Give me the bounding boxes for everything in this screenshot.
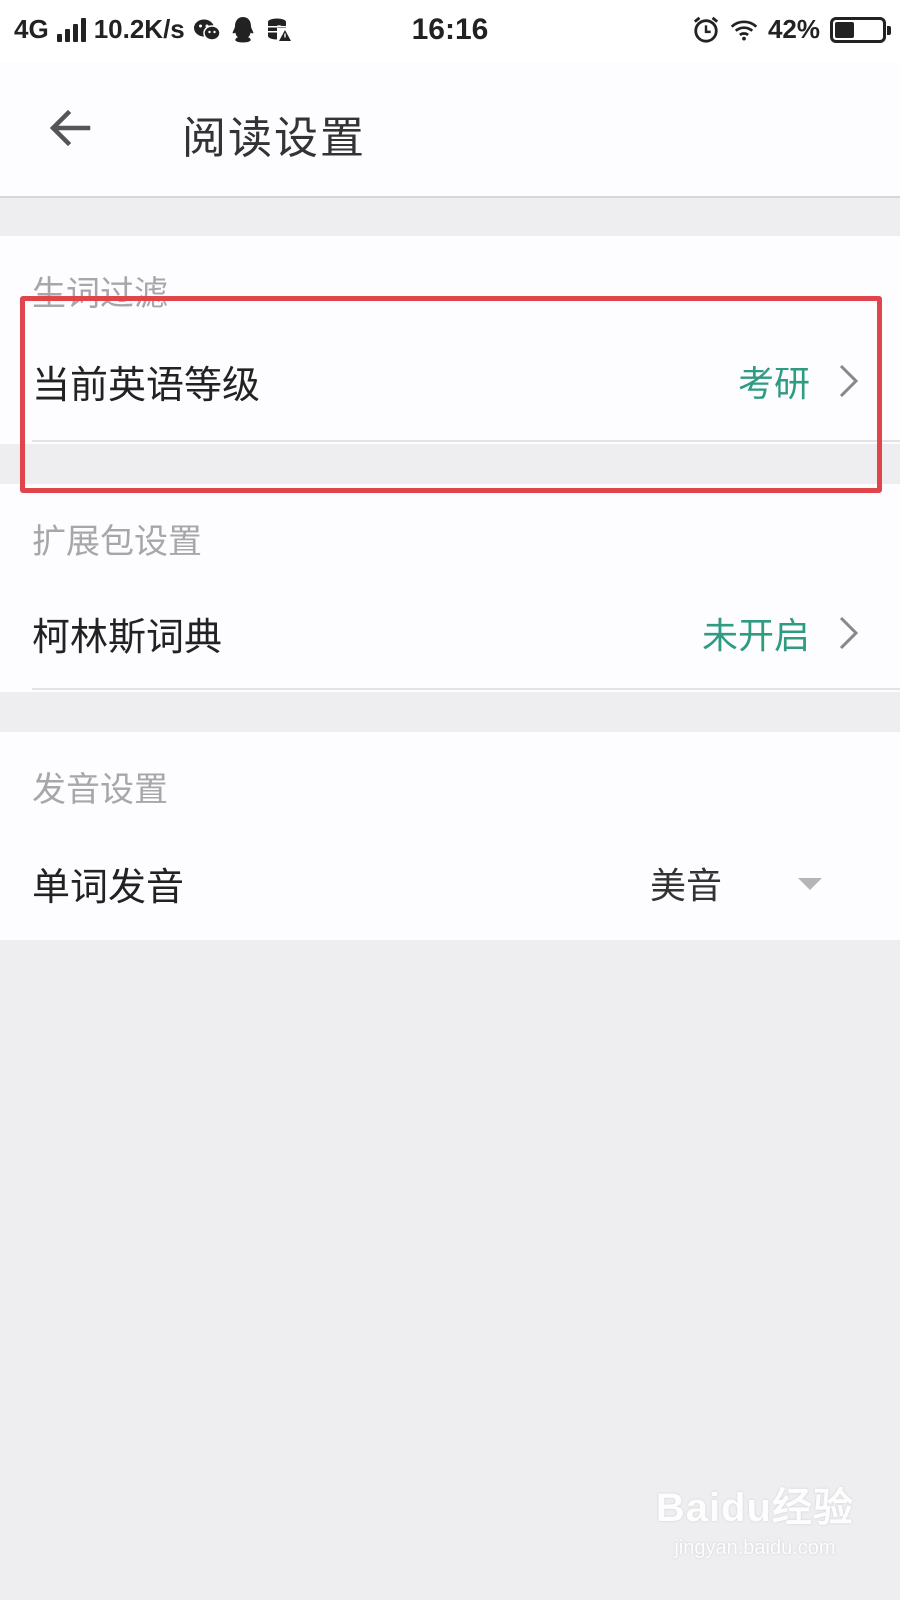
alarm-icon: [692, 16, 720, 44]
battery-percent: 42%: [767, 14, 820, 44]
back-arrow-icon: [49, 109, 91, 147]
row-english-level[interactable]: 当前英语等级 考研: [0, 328, 900, 434]
row-label: 当前英语等级: [32, 362, 261, 407]
row-value: 未开启: [701, 616, 810, 657]
app-bar: 阅读设置: [0, 62, 900, 198]
page-title: 阅读设置: [182, 113, 366, 164]
watermark-logo: Baidu经验: [655, 1486, 854, 1530]
section-header: 生词过滤: [32, 274, 168, 314]
row-value: 考研: [737, 364, 810, 405]
divider: [32, 688, 900, 690]
section-header: 发音设置: [32, 770, 168, 810]
row-value: 美音: [650, 866, 723, 907]
divider: [32, 440, 900, 442]
row-label: 柯林斯词典: [32, 614, 223, 659]
battery-icon: [830, 16, 891, 43]
row-word-pronunciation[interactable]: 单词发音 美音: [0, 830, 900, 936]
dropdown-arrow-icon[interactable]: [798, 878, 822, 890]
chevron-right-icon: [834, 613, 864, 653]
back-button[interactable]: [40, 98, 100, 158]
section-word-filter: 生词过滤 当前英语等级 考研: [0, 236, 900, 444]
wifi-icon: [730, 16, 758, 44]
baidu-jingyan-watermark: Baidu经验 jingyan.baidu.com: [656, 1475, 854, 1560]
row-collins-dictionary[interactable]: 柯林斯词典 未开启: [0, 580, 900, 686]
row-label: 单词发音: [32, 864, 185, 909]
section-extension-pack: 扩展包设置 柯林斯词典 未开启: [0, 484, 900, 692]
section-pronunciation: 发音设置 单词发音 美音: [0, 732, 900, 940]
chevron-right-icon: [834, 361, 864, 401]
watermark-url: jingyan.baidu.com: [674, 1537, 836, 1559]
section-header: 扩展包设置: [32, 522, 202, 562]
status-right: 42%: [692, 14, 891, 45]
status-bar: 4G 10.2K/s 16:16 42%: [0, 0, 900, 62]
